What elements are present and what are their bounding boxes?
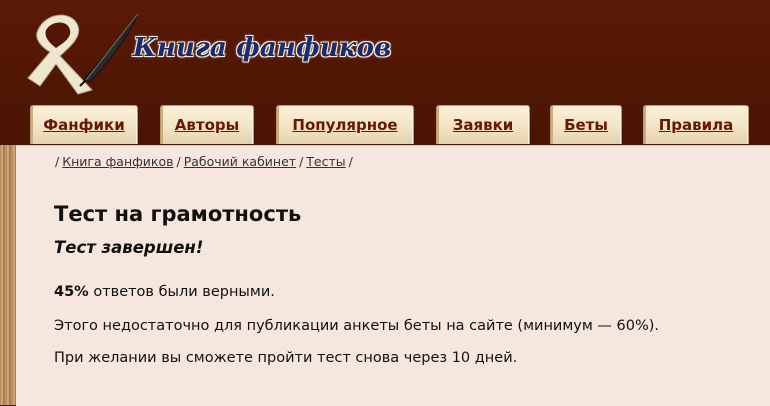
tab-label: Авторы: [174, 116, 240, 134]
result-message: Этого недостаточно для публикации анкеты…: [54, 318, 660, 334]
score-text: ответов были верными.: [93, 284, 275, 300]
tab-authors[interactable]: Авторы: [160, 105, 254, 144]
tab-requests[interactable]: Заявки: [436, 105, 530, 144]
tab-rules[interactable]: Правила: [643, 105, 749, 144]
tab-betas[interactable]: Беты: [550, 105, 622, 144]
tab-label: Заявки: [452, 116, 514, 134]
page-title: Тест на грамотность: [54, 202, 302, 226]
site-logo[interactable]: Книга фанфиков: [20, 8, 391, 98]
tab-fanfics[interactable]: Фанфики: [30, 105, 138, 144]
score-line: 45% ответов были верными.: [54, 284, 275, 300]
retry-message: При желании вы сможете пройти тест снова…: [54, 350, 518, 366]
main-nav: Фанфики Авторы Популярное Заявки Беты Пр…: [0, 105, 770, 150]
main-content: / Книга фанфиков / Рабочий кабинет / Тесты / Т…: [16, 145, 770, 406]
breadcrumb-link-cabinet[interactable]: Рабочий кабинет: [184, 154, 296, 169]
tab-popular[interactable]: Популярное: [276, 105, 414, 144]
score-value: 45%: [54, 284, 89, 300]
breadcrumb-separator: /: [299, 154, 304, 169]
breadcrumb-separator: /: [176, 154, 181, 169]
quill-and-ribbon-icon: [27, 13, 139, 95]
breadcrumb-separator: /: [348, 154, 353, 169]
tab-label: Беты: [564, 116, 608, 134]
breadcrumb-link-tests[interactable]: Тесты: [306, 154, 345, 169]
breadcrumb-link-home[interactable]: Книга фанфиков: [62, 154, 173, 169]
tab-label: Фанфики: [43, 116, 125, 134]
test-status: Тест завершен!: [54, 238, 204, 257]
breadcrumb: / Книга фанфиков / Рабочий кабинет / Тесты /: [52, 154, 356, 169]
logo-text: Книга фанфиков: [133, 33, 392, 63]
tab-label: Популярное: [292, 116, 398, 134]
site-header: Книга фанфиков Фанфики Авторы Популярное…: [0, 0, 770, 150]
breadcrumb-separator: /: [55, 154, 60, 169]
tab-label: Правила: [658, 116, 734, 134]
